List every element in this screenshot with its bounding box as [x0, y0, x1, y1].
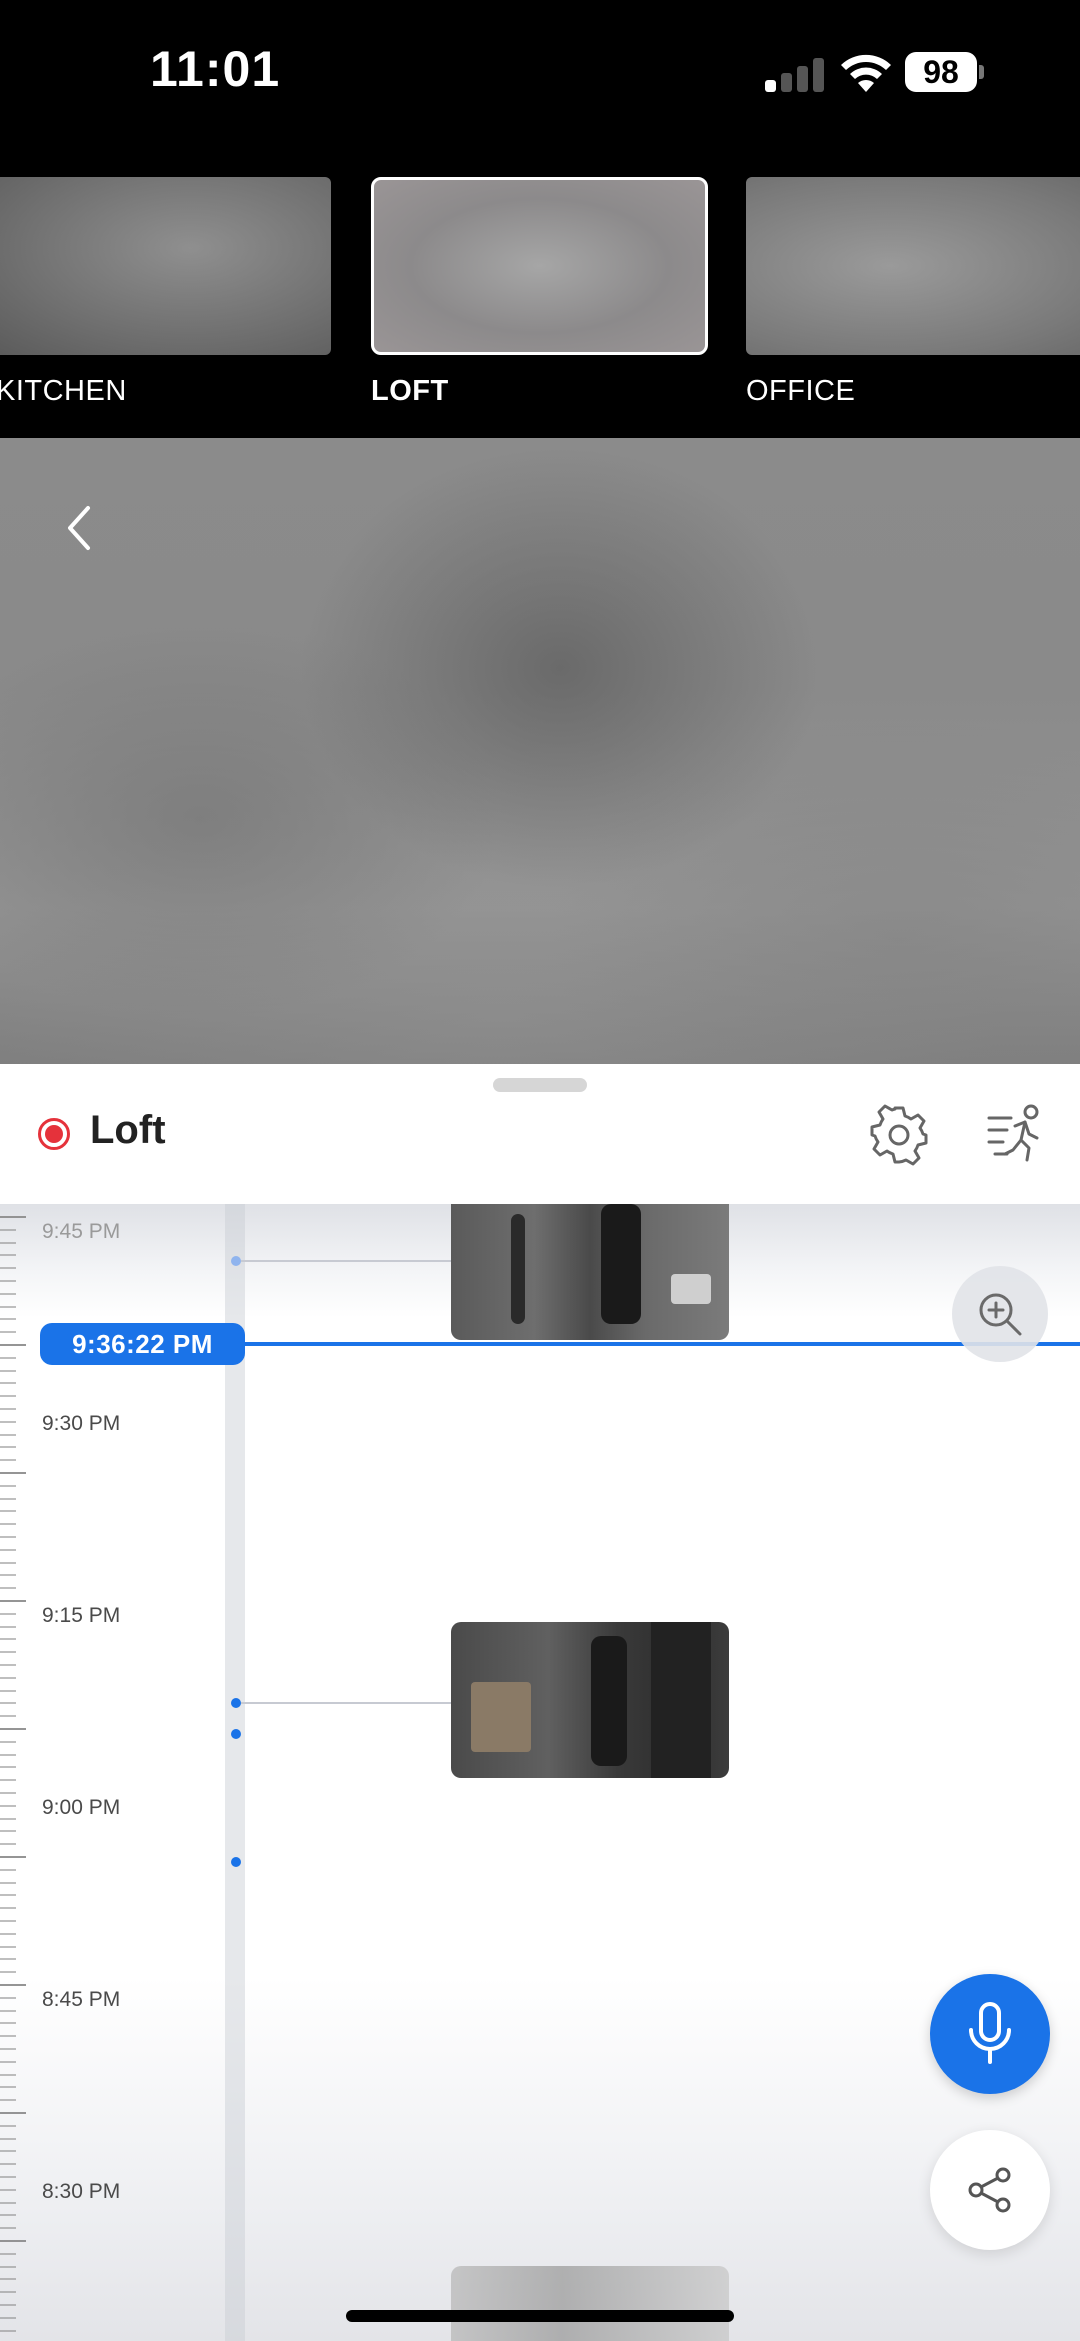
timeline-ruler [0, 1204, 30, 2341]
timeline-track [225, 1204, 245, 2341]
camera-label-loft[interactable]: LOFT [371, 375, 449, 408]
talk-button[interactable] [930, 1974, 1050, 2094]
playhead-time-badge[interactable]: 9:36:22 PM [40, 1323, 245, 1365]
zoom-in-icon [979, 1293, 1022, 1336]
chevron-left-icon[interactable] [60, 498, 100, 558]
microphone-icon [969, 2002, 1011, 2064]
camera-strip: KITCHEN LOFT OFFICE [0, 150, 1080, 438]
cellular-signal-icon [765, 56, 825, 92]
sheet-grabber[interactable] [493, 1078, 587, 1092]
live-video-view[interactable] [0, 438, 1080, 1064]
recording-indicator-icon [38, 1118, 70, 1150]
battery-level: 98 [905, 52, 977, 92]
gear-icon[interactable] [868, 1104, 930, 1166]
event-timeline[interactable]: 9:45 PM 9:30 PM 9:15 PM 9:00 PM 8:45 PM … [0, 1204, 1080, 2341]
event-marker[interactable] [231, 1256, 241, 1266]
status-bar: 11:01 98 [0, 0, 1080, 150]
playhead-line[interactable] [225, 1342, 1080, 1346]
camera-thumb-loft[interactable] [371, 177, 708, 355]
wifi-icon [841, 54, 891, 92]
status-time: 11:01 [150, 41, 281, 97]
camera-name: Loft [90, 1108, 166, 1152]
time-label: 8:45 PM [42, 1988, 121, 2011]
event-marker[interactable] [231, 1698, 241, 1708]
share-icon [968, 2167, 1011, 2213]
event-thumbnail[interactable] [451, 1204, 729, 1340]
home-indicator [346, 2310, 734, 2322]
share-button[interactable] [930, 2130, 1050, 2250]
event-thumbnail[interactable] [451, 1622, 729, 1778]
time-label: 9:00 PM [42, 1796, 121, 1819]
camera-label-kitchen[interactable]: KITCHEN [0, 375, 127, 408]
event-connector [241, 1702, 451, 1704]
battery-indicator: 98 [905, 52, 985, 92]
event-thumbnail[interactable] [451, 2266, 729, 2341]
camera-label-office[interactable]: OFFICE [746, 375, 855, 408]
event-marker[interactable] [231, 1857, 241, 1867]
event-marker[interactable] [231, 1729, 241, 1739]
time-label: 9:15 PM [42, 1604, 121, 1627]
camera-thumb-kitchen[interactable] [0, 177, 331, 355]
time-label: 9:30 PM [42, 1412, 121, 1435]
camera-thumb-office[interactable] [746, 177, 1080, 355]
motion-running-icon[interactable] [985, 1104, 1045, 1164]
zoom-in-button[interactable] [952, 1266, 1048, 1362]
event-connector [241, 1260, 451, 1262]
time-label: 9:45 PM [42, 1220, 121, 1243]
time-label: 8:30 PM [42, 2180, 121, 2203]
